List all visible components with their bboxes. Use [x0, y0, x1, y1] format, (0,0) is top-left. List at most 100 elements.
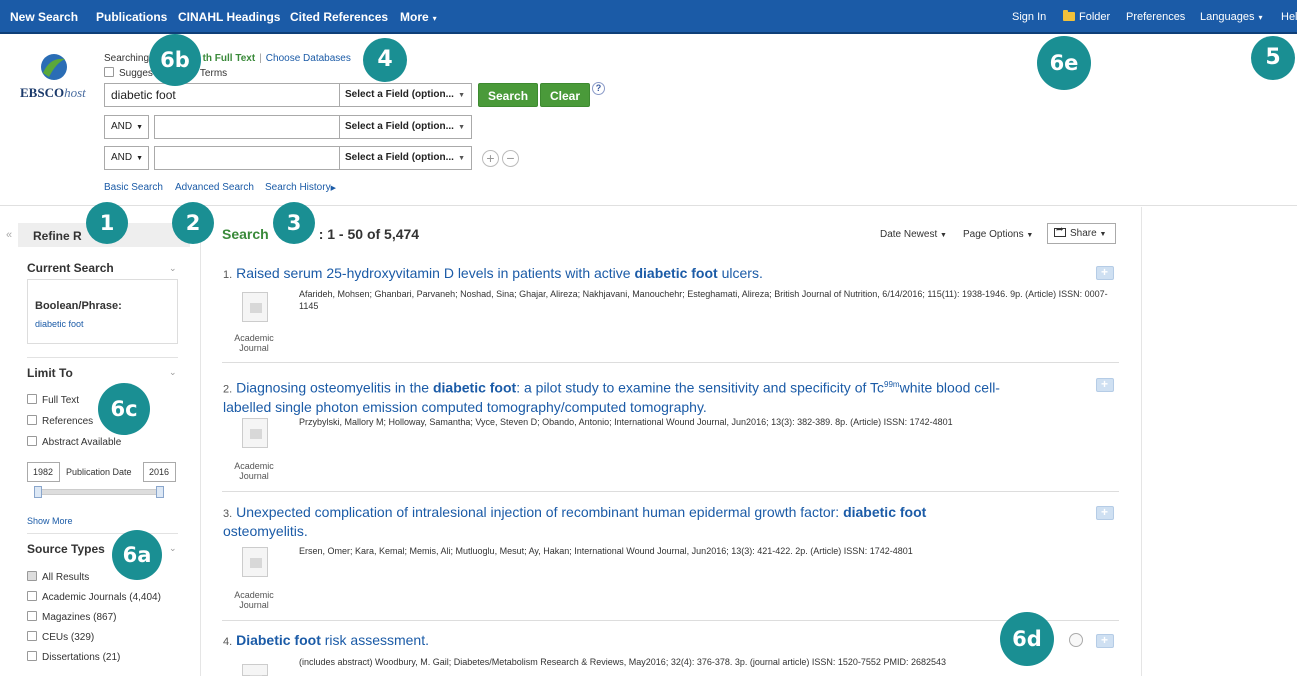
source-label: All Results	[42, 572, 90, 583]
abstract-checkbox[interactable]	[27, 436, 37, 446]
chevron-down-icon: ▼	[940, 232, 947, 239]
nav-sign-in[interactable]: Sign In	[1012, 11, 1046, 23]
limit-to-title[interactable]: Limit To	[27, 366, 73, 380]
all-results-checkbox[interactable]	[27, 571, 37, 581]
chevron-down-icon[interactable]: ⌄	[169, 543, 177, 554]
boolean-select-3[interactable]: AND ▼	[104, 146, 149, 170]
type-label: Journal	[239, 600, 269, 610]
page-options-select[interactable]: Page Options ▼	[963, 229, 1033, 240]
collapse-sidebar-icon[interactable]: «	[6, 229, 12, 241]
result-meta-4: (includes abstract) Woodbury, M. Gail; D…	[299, 657, 946, 667]
result-meta-2: Przybylski, Mallory M; Holloway, Samanth…	[299, 417, 953, 427]
clear-button[interactable]: Clear	[540, 83, 591, 107]
academic-journal-icon[interactable]	[242, 664, 268, 676]
academic-journal-icon[interactable]	[242, 547, 268, 577]
year-from-input[interactable]: 1982	[27, 462, 60, 482]
title-text: Raised serum 25-hydroxyvitamin D levels …	[236, 265, 635, 281]
limit-references[interactable]: References	[27, 415, 93, 427]
nav-preferences[interactable]: Preferences	[1126, 11, 1185, 23]
source-ceus[interactable]: CEUs (329)	[27, 631, 94, 643]
callout-badge: 3	[273, 202, 315, 244]
academic-journal-icon[interactable]	[242, 292, 268, 322]
magazines-checkbox[interactable]	[27, 611, 37, 621]
academic-journal-icon[interactable]	[242, 418, 268, 448]
searching-label: Searching th Full Text | Choose Databases	[104, 53, 351, 64]
searching-prefix: Searching	[104, 53, 150, 64]
limit-abstract[interactable]: Abstract Available	[27, 436, 121, 448]
nav-cinahl-headings[interactable]: CINAHL Headings	[178, 10, 280, 24]
add-to-folder-icon[interactable]	[1096, 265, 1114, 280]
boolean-phrase-value[interactable]: diabetic foot	[35, 319, 84, 329]
date-slider-handle-left[interactable]	[34, 486, 42, 498]
source-magazines[interactable]: Magazines (867)	[27, 611, 116, 623]
sort-label: Date Newest	[880, 229, 938, 240]
add-to-folder-icon[interactable]	[1096, 377, 1114, 392]
source-types-title[interactable]: Source Types	[27, 542, 105, 556]
help-icon[interactable]: ?	[592, 82, 605, 95]
search-history-link[interactable]: Search History▶	[265, 182, 336, 193]
dissertations-checkbox[interactable]	[27, 651, 37, 661]
current-search-title[interactable]: Current Search	[27, 261, 114, 275]
ceus-checkbox[interactable]	[27, 631, 37, 641]
nav-more[interactable]: More ▾	[400, 10, 437, 24]
academic-journals-checkbox[interactable]	[27, 591, 37, 601]
title-superscript: 99m	[884, 380, 900, 389]
nav-cited-references[interactable]: Cited References	[290, 10, 388, 24]
boolean-select-2[interactable]: AND ▼	[104, 115, 149, 139]
field-select-1[interactable]: Select a Field (option... ▼	[339, 83, 472, 107]
remove-row-icon[interactable]: −	[502, 150, 519, 167]
share-button[interactable]: Share ▼	[1047, 223, 1116, 244]
show-more-link[interactable]: Show More	[27, 516, 73, 526]
preview-icon[interactable]	[1069, 633, 1083, 647]
search-input-2[interactable]	[154, 115, 340, 139]
add-to-folder-icon[interactable]	[1096, 633, 1114, 648]
suggest-terms-checkbox[interactable]	[104, 67, 114, 77]
full-text-checkbox[interactable]	[27, 394, 37, 404]
nav-new-search[interactable]: New Search	[10, 10, 78, 24]
chevron-down-icon[interactable]: ⌄	[169, 263, 177, 274]
chevron-down-icon: ▼	[1026, 232, 1034, 239]
year-to-input[interactable]: 2016	[143, 462, 176, 482]
limit-full-text[interactable]: Full Text	[27, 394, 79, 406]
type-label: Journal	[239, 471, 269, 481]
choose-databases-link[interactable]: Choose Databases	[266, 53, 351, 64]
references-checkbox[interactable]	[27, 415, 37, 425]
chevron-down-icon[interactable]: ⌄	[169, 367, 177, 378]
field-select-2[interactable]: Select a Field (option... ▼	[339, 115, 472, 139]
folder-icon	[1063, 10, 1075, 21]
source-label: Academic Journals (4,404)	[42, 592, 161, 603]
result-title-3[interactable]: 3. Unexpected complication of intralesio…	[223, 504, 1013, 540]
result-type-1: Academic Journal	[230, 333, 278, 353]
search-button[interactable]: Search	[478, 83, 539, 107]
nav-languages[interactable]: Languages ▾	[1200, 11, 1262, 23]
field-select-3[interactable]: Select a Field (option... ▼	[339, 146, 472, 170]
title-text: ulcers.	[717, 265, 763, 281]
title-highlight: diabetic foot	[843, 504, 927, 520]
basic-search-link[interactable]: Basic Search	[104, 182, 163, 193]
source-dissertations[interactable]: Dissertations (21)	[27, 651, 120, 663]
search-input-3[interactable]	[154, 146, 340, 170]
result-title-4[interactable]: 4. Diabetic foot risk assessment.	[223, 632, 983, 651]
chevron-down-icon: ▼	[458, 92, 465, 99]
result-title-2[interactable]: 2. Diagnosing osteomyelitis in the diabe…	[223, 376, 1043, 416]
advanced-search-link[interactable]: Advanced Search	[175, 182, 254, 193]
add-to-folder-icon[interactable]	[1096, 505, 1114, 520]
nav-publications[interactable]: Publications	[96, 10, 167, 24]
type-label: Academic	[234, 333, 274, 343]
page-options-label: Page Options	[963, 229, 1024, 240]
chevron-down-icon: ▼	[458, 124, 465, 131]
nav-folder-label: Folder	[1079, 11, 1111, 23]
date-slider-track[interactable]	[35, 489, 161, 495]
divider	[200, 207, 201, 676]
source-all-results[interactable]: All Results	[27, 571, 89, 583]
result-title-1[interactable]: 1. Raised serum 25-hydroxyvitamin D leve…	[223, 265, 1083, 284]
date-slider-handle-right[interactable]	[156, 486, 164, 498]
source-academic-journals[interactable]: Academic Journals (4,404)	[27, 591, 161, 603]
add-row-icon[interactable]: +	[482, 150, 499, 167]
sort-select[interactable]: Date Newest ▼	[880, 229, 947, 240]
logo-brand: EBSCO	[20, 85, 65, 100]
results-title: Search: 1 - 50 of 5,474	[222, 226, 419, 242]
nav-folder[interactable]: Folder	[1063, 10, 1111, 23]
search-input-1[interactable]: diabetic foot	[104, 83, 340, 107]
nav-help[interactable]: Hel	[1281, 11, 1297, 23]
